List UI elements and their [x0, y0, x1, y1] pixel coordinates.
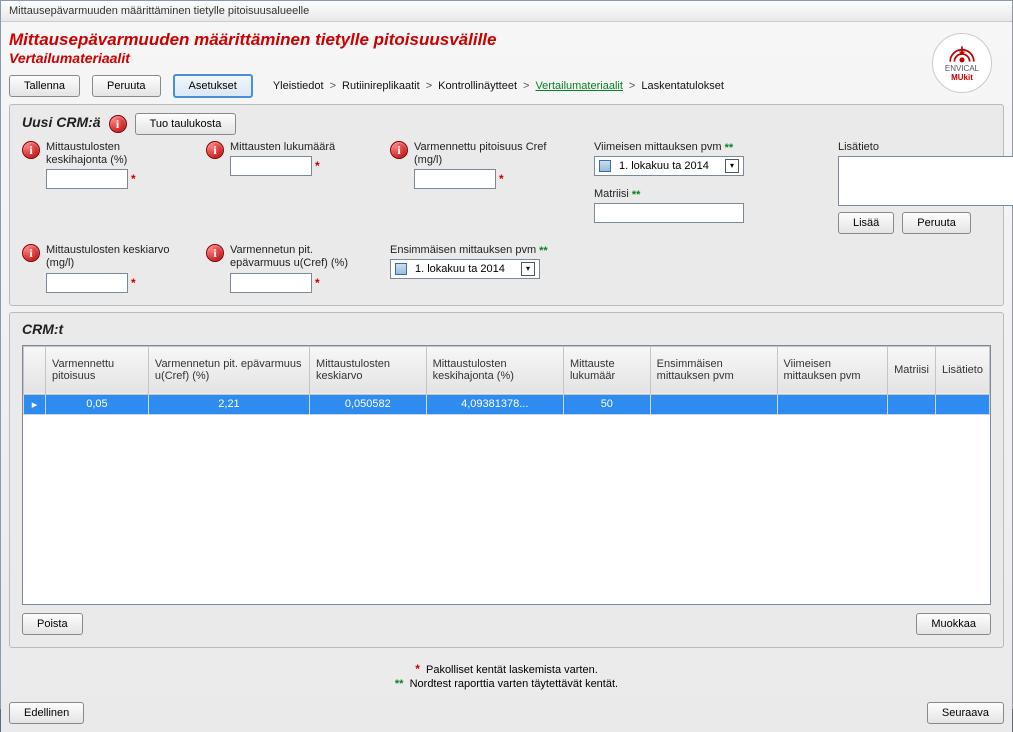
matriisi-input[interactable] — [594, 203, 744, 223]
settings-button[interactable]: Asetukset — [173, 74, 253, 98]
field-lisatieto: Lisätieto Lisää Peruuta — [838, 141, 1013, 234]
lisatieto-input[interactable] — [838, 156, 1013, 206]
uusi-crm-title: Uusi CRM:ä — [22, 114, 101, 130]
field-keskihajonta: i Mittaustulosten keskihajonta (%) * — [22, 141, 182, 189]
breadcrumb-laskentatulokset[interactable]: Laskentatulokset — [641, 80, 724, 92]
breadcrumb-kontrollinaytteet[interactable]: Kontrollinäytteet — [438, 80, 517, 92]
row-selector-icon[interactable]: ▸ — [24, 394, 46, 414]
calendar-icon — [395, 263, 407, 275]
window-titlebar: Mittausepävarmuuden määrittäminen tietyl… — [1, 1, 1012, 22]
toolbar: Tallenna Peruuta Asetukset Yleistiedot >… — [9, 74, 1004, 98]
ensimmaisen-pvm-input[interactable]: 1. lokakuu ta 2014 ▾ — [390, 259, 540, 279]
col-header[interactable]: Matriisi — [888, 346, 936, 394]
field-ucref: i Varmennetun pit. epävarmuus u(Cref) (%… — [206, 244, 366, 292]
edit-button[interactable]: Muokkaa — [916, 613, 991, 635]
form-cancel-button[interactable]: Peruuta — [902, 212, 971, 234]
table-row[interactable]: ▸ 0,05 2,21 0,050582 4,09381378... 50 — [24, 394, 990, 414]
add-button[interactable]: Lisää — [838, 212, 894, 234]
previous-button[interactable]: Edellinen — [9, 702, 84, 724]
delete-button[interactable]: Poista — [22, 613, 83, 635]
required-marker: * — [315, 159, 320, 173]
next-button[interactable]: Seuraava — [927, 702, 1004, 724]
breadcrumb: Yleistiedot > Rutiinireplikaatit > Kontr… — [273, 80, 724, 92]
col-header[interactable]: Mittaustulosten keskiarvo — [310, 346, 427, 394]
nordtest-marker: ** — [539, 245, 548, 257]
col-header[interactable]: Lisätieto — [935, 346, 989, 394]
col-header[interactable]: Mittaustulosten keskihajonta (%) — [426, 346, 563, 394]
footer: Edellinen Seuraava — [9, 702, 1004, 724]
info-icon[interactable]: i — [22, 141, 40, 159]
keskihajonta-input[interactable] — [46, 169, 128, 189]
chevron-down-icon[interactable]: ▾ — [521, 262, 535, 276]
field-keskiarvo: i Mittaustulosten keskiarvo (mg/l) * — [22, 244, 182, 292]
breadcrumb-rutiinireplikaatit[interactable]: Rutiinireplikaatit — [342, 80, 420, 92]
required-marker: * — [499, 172, 504, 186]
required-marker: * — [131, 172, 136, 186]
info-icon[interactable]: i — [22, 244, 40, 262]
col-header[interactable]: Varmennettu pitoisuus — [46, 346, 149, 394]
logo: ENVICALMUkit — [932, 33, 992, 93]
uusi-crm-group: Uusi CRM:ä i Tuo taulukosta i Mittaustul… — [9, 104, 1004, 306]
app-window: Mittausepävarmuuden määrittäminen tietyl… — [0, 0, 1013, 709]
nordtest-marker: ** — [725, 142, 734, 154]
info-icon[interactable]: i — [206, 141, 224, 159]
window-title: Mittausepävarmuuden määrittäminen tietyl… — [9, 5, 309, 17]
ucref-input[interactable] — [230, 273, 312, 293]
page-title: Mittausepävarmuuden määrittäminen tietyl… — [9, 30, 1004, 50]
chevron-down-icon[interactable]: ▾ — [725, 159, 739, 173]
info-icon[interactable]: i — [206, 244, 224, 262]
field-ensimmaisen-pvm: Ensimmäisen mittauksen pvm ** 1. lokakuu… — [390, 244, 570, 279]
col-header[interactable]: Mittauste lukumäär — [563, 346, 650, 394]
required-marker: * — [131, 276, 136, 290]
col-header[interactable]: Varmennetun pit. epävarmuus u(Cref) (%) — [148, 346, 309, 394]
col-header[interactable]: Ensimmäisen mittauksen pvm — [650, 346, 777, 394]
save-button[interactable]: Tallenna — [9, 75, 80, 97]
import-table-button[interactable]: Tuo taulukosta — [135, 113, 237, 135]
col-header[interactable]: Viimeisen mittauksen pvm — [777, 346, 888, 394]
crm-table-title: CRM:t — [22, 321, 991, 337]
crm-table-group: CRM:t Varmennettu pitoisuus Varmennetun … — [9, 312, 1004, 648]
info-icon[interactable]: i — [109, 115, 127, 133]
keskiarvo-input[interactable] — [46, 273, 128, 293]
crm-table-wrap: Varmennettu pitoisuus Varmennetun pit. e… — [22, 345, 991, 605]
form-grid: i Mittaustulosten keskihajonta (%) * i M… — [22, 141, 991, 293]
field-lukumaara: i Mittausten lukumäärä * — [206, 141, 366, 176]
crm-table: Varmennettu pitoisuus Varmennetun pit. e… — [23, 346, 990, 415]
required-marker: * — [315, 276, 320, 290]
nordtest-marker: ** — [632, 189, 641, 201]
breadcrumb-vertailumateriaalit[interactable]: Vertailumateriaalit — [535, 80, 622, 92]
calendar-icon — [599, 160, 611, 172]
content-area: Mittausepävarmuuden määrittäminen tietyl… — [1, 22, 1012, 732]
page-subtitle: Vertailumateriaalit — [9, 50, 1004, 66]
field-cref: i Varmennettu pitoisuus Cref (mg/l) * — [390, 141, 570, 189]
viimeisen-pvm-input[interactable]: 1. lokakuu ta 2014 ▾ — [594, 156, 744, 176]
cancel-button[interactable]: Peruuta — [92, 75, 161, 97]
breadcrumb-yleistiedot[interactable]: Yleistiedot — [273, 80, 324, 92]
footnotes: * Pakolliset kentät laskemista varten. *… — [9, 660, 1004, 692]
cref-input[interactable] — [414, 169, 496, 189]
info-icon[interactable]: i — [390, 141, 408, 159]
field-viimeisen-pvm: Viimeisen mittauksen pvm ** 1. lokakuu t… — [594, 141, 814, 223]
header: Mittausepävarmuuden määrittäminen tietyl… — [9, 30, 1004, 66]
lukumaara-input[interactable] — [230, 156, 312, 176]
